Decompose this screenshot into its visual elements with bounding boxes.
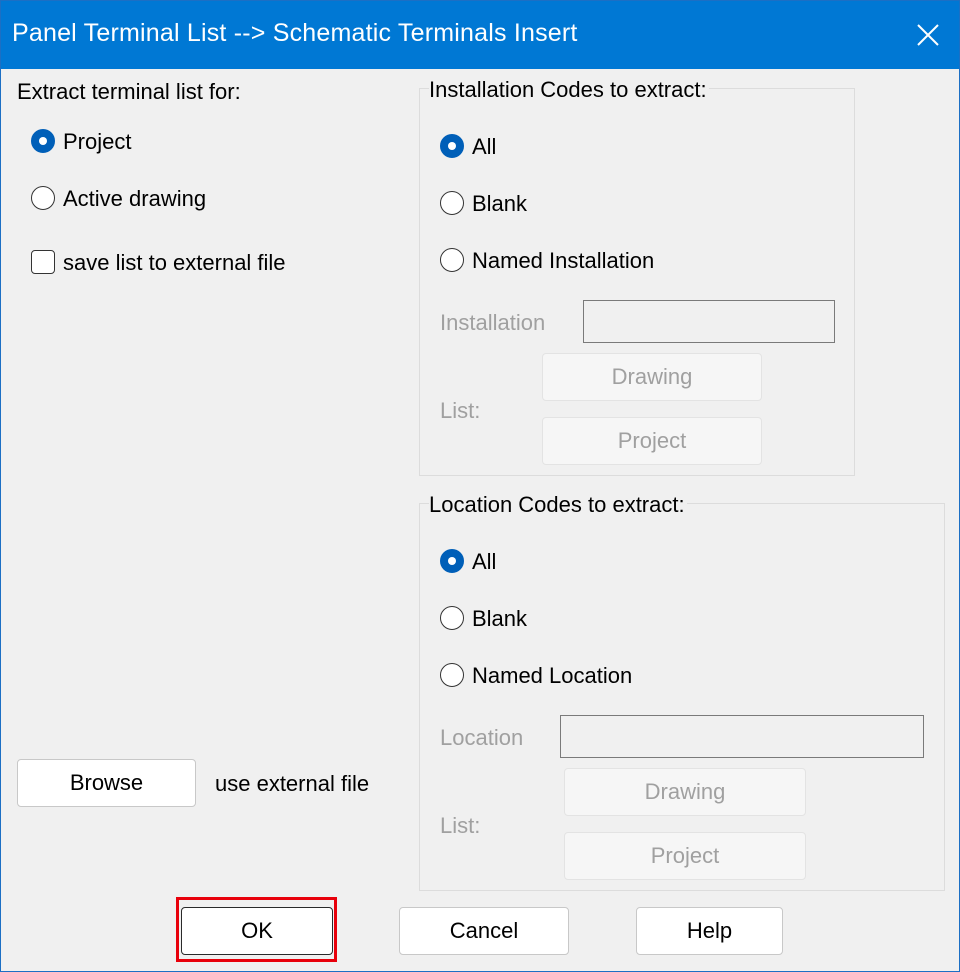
radio-active-drawing[interactable]	[31, 186, 55, 210]
installation-radio-named[interactable]	[440, 248, 464, 272]
location-input[interactable]	[560, 715, 924, 758]
save-list-checkbox[interactable]	[31, 250, 55, 274]
installation-drawing-button[interactable]: Drawing	[542, 353, 762, 401]
radio-project[interactable]	[31, 129, 55, 153]
title-bar: Panel Terminal List --> Schematic Termin…	[1, 1, 959, 69]
installation-radio-all-label[interactable]: All	[472, 134, 496, 160]
location-list-label: List:	[440, 813, 481, 838]
cancel-button[interactable]: Cancel	[399, 907, 569, 955]
location-radio-blank[interactable]	[440, 606, 464, 630]
help-button[interactable]: Help	[636, 907, 783, 955]
installation-list-label: List:	[440, 398, 481, 423]
location-radio-all[interactable]	[440, 549, 464, 573]
dialog-window: Panel Terminal List --> Schematic Termin…	[0, 0, 960, 972]
location-radio-named-label[interactable]: Named Location	[472, 663, 632, 689]
location-radio-named[interactable]	[440, 663, 464, 687]
ok-button[interactable]: OK	[181, 907, 333, 955]
location-field-label: Location	[440, 725, 524, 750]
close-button[interactable]	[897, 1, 959, 69]
installation-heading: Installation Codes to extract:	[429, 77, 709, 103]
installation-field-label: Installation	[440, 310, 546, 335]
radio-project-label[interactable]: Project	[63, 129, 131, 155]
location-project-button[interactable]: Project	[564, 832, 806, 880]
browse-button[interactable]: Browse	[17, 759, 196, 807]
location-radio-blank-label[interactable]: Blank	[472, 606, 527, 632]
extract-heading: Extract terminal list for:	[17, 79, 241, 104]
radio-active-drawing-label[interactable]: Active drawing	[63, 186, 206, 212]
window-title: Panel Terminal List --> Schematic Termin…	[12, 19, 578, 47]
external-file-label: use external file	[215, 771, 370, 796]
location-drawing-button[interactable]: Drawing	[564, 768, 806, 816]
installation-radio-blank[interactable]	[440, 191, 464, 215]
installation-radio-named-label[interactable]: Named Installation	[472, 248, 654, 274]
installation-radio-blank-label[interactable]: Blank	[472, 191, 527, 217]
installation-project-button[interactable]: Project	[542, 417, 762, 465]
installation-radio-all[interactable]	[440, 134, 464, 158]
close-icon	[917, 24, 939, 46]
save-list-label[interactable]: save list to external file	[63, 250, 286, 276]
location-heading: Location Codes to extract:	[429, 492, 687, 518]
installation-input[interactable]	[583, 300, 835, 343]
location-radio-all-label[interactable]: All	[472, 549, 496, 575]
